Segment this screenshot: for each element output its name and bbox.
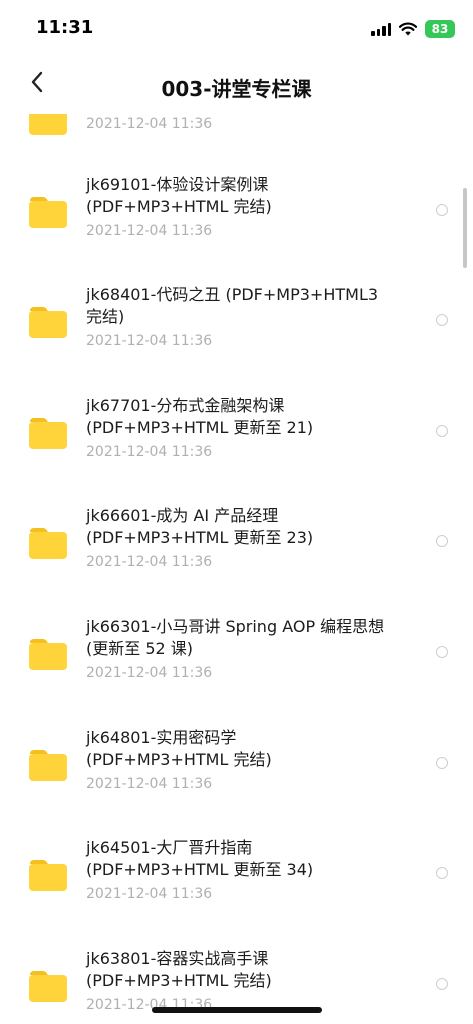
item-date: 2021-12-04 11:36 [86, 333, 213, 349]
item-date: 2021-12-04 11:36 [86, 444, 213, 460]
item-date: 2021-12-04 11:36 [86, 886, 213, 902]
list-item[interactable]: jk64801-实用密码学 (PDF+MP3+HTML 完结) 2021-12-… [0, 725, 473, 835]
item-title: jk63801-容器实战高手课 (PDF+MP3+HTML 完结) [86, 949, 272, 990]
select-radio[interactable] [436, 646, 448, 658]
select-radio[interactable] [436, 978, 448, 990]
status-time: 11:31 [36, 17, 94, 38]
select-radio[interactable] [436, 757, 448, 769]
item-date: 2021-12-04 11:36 [86, 665, 213, 681]
list-item[interactable]: jk64501-大厂晋升指南 (PDF+MP3+HTML 更新至 34) 202… [0, 835, 473, 945]
list-item[interactable]: 2021-12-04 11:36 [0, 114, 473, 144]
item-title: jk69101-体验设计案例课 (PDF+MP3+HTML 完结) [86, 175, 272, 216]
scrollbar[interactable] [463, 188, 467, 268]
item-title: jk67701-分布式金融架构课 (PDF+MP3+HTML 更新至 21) [86, 396, 314, 437]
status-indicators: 83 [371, 20, 455, 38]
select-radio[interactable] [436, 314, 448, 326]
folder-icon [29, 528, 67, 559]
list-item[interactable]: jk66301-小马哥讲 Spring AOP 编程思想 (更新至 52 课) … [0, 614, 473, 724]
status-bar: 11:31 83 [0, 0, 473, 56]
folder-icon [29, 418, 67, 449]
folder-icon [29, 860, 67, 891]
select-radio[interactable] [436, 425, 448, 437]
item-title: jk66601-成为 AI 产品经理 (PDF+MP3+HTML 更新至 23) [86, 506, 314, 547]
select-radio[interactable] [436, 535, 448, 547]
navigation-bar: 003-讲堂专栏课 [0, 56, 473, 114]
folder-icon [29, 639, 67, 670]
item-title: jk64501-大厂晋升指南 (PDF+MP3+HTML 更新至 34) [86, 838, 314, 879]
battery-indicator: 83 [425, 20, 455, 38]
item-title: jk68401-代码之丑 (PDF+MP3+HTML3 完结) [86, 285, 379, 326]
home-indicator[interactable] [152, 1007, 322, 1013]
folder-icon [29, 197, 67, 228]
folder-icon [29, 971, 67, 1002]
wifi-icon [399, 22, 417, 36]
list-item[interactable]: jk69101-体验设计案例课 (PDF+MP3+HTML 完结) 2021-1… [0, 172, 473, 282]
item-date: 2021-12-04 11:36 [86, 116, 213, 132]
folder-icon [29, 750, 67, 781]
select-radio[interactable] [436, 867, 448, 879]
folder-icon [29, 114, 67, 135]
list-item[interactable]: jk67701-分布式金融架构课 (PDF+MP3+HTML 更新至 21) 2… [0, 393, 473, 503]
list-item[interactable]: jk68401-代码之丑 (PDF+MP3+HTML3 完结) 2021-12-… [0, 282, 473, 392]
item-date: 2021-12-04 11:36 [86, 776, 213, 792]
select-radio[interactable] [436, 204, 448, 216]
list-item[interactable]: jk66601-成为 AI 产品经理 (PDF+MP3+HTML 更新至 23)… [0, 503, 473, 613]
folder-icon [29, 307, 67, 338]
item-date: 2021-12-04 11:36 [86, 554, 213, 570]
item-title: jk66301-小马哥讲 Spring AOP 编程思想 (更新至 52 课) [86, 617, 385, 658]
page-title: 003-讲堂专栏课 [161, 77, 312, 101]
file-list: 2021-12-04 11:36 jk69101-体验设计案例课 (PDF+MP… [0, 114, 473, 1024]
cellular-signal-icon [371, 22, 391, 36]
item-title: jk64801-实用密码学 (PDF+MP3+HTML 完结) [86, 728, 272, 769]
item-date: 2021-12-04 11:36 [86, 223, 213, 239]
